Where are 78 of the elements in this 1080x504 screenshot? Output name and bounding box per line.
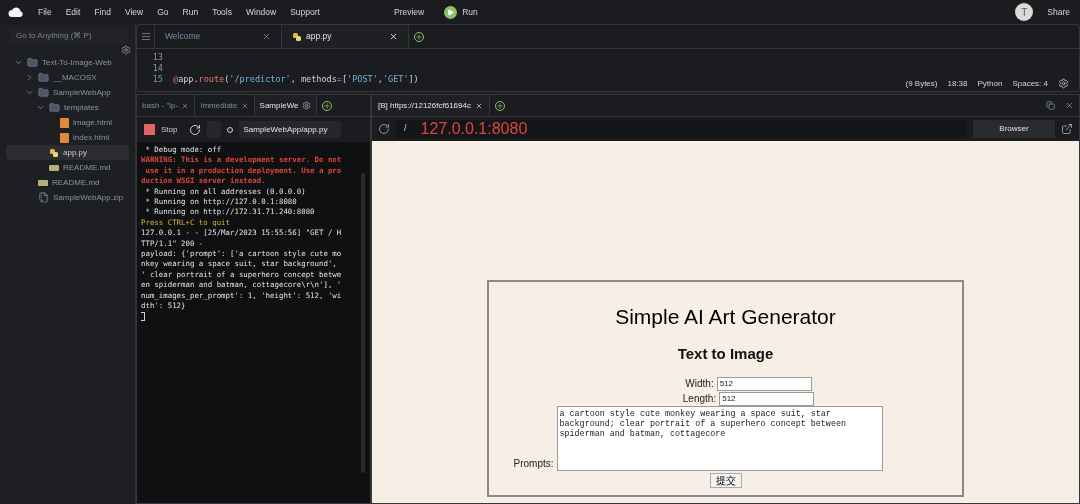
popout-icon[interactable]	[1061, 123, 1073, 135]
add-tab-icon[interactable]	[321, 100, 332, 111]
stop-icon	[144, 124, 155, 135]
html-file-icon	[60, 117, 69, 128]
editor-tab[interactable]: app.py	[282, 25, 409, 48]
terminal-tab[interactable]: Immediate	[195, 95, 255, 116]
settings-icon[interactable]	[121, 45, 131, 55]
tree-item[interactable]: README.md	[6, 160, 129, 175]
add-tab-icon[interactable]	[414, 31, 424, 42]
restore-window-icon[interactable]	[1046, 101, 1055, 110]
menu-item[interactable]: View	[124, 5, 144, 19]
play-icon	[444, 5, 458, 19]
refresh-icon[interactable]	[378, 123, 390, 135]
folder-icon	[38, 72, 49, 83]
close-icon[interactable]	[474, 101, 483, 110]
tree-item[interactable]: templates	[6, 100, 129, 115]
archive-file-icon	[38, 192, 49, 203]
python-icon	[292, 31, 302, 42]
status-text: Python	[977, 78, 1003, 89]
number-field[interactable]: 512	[716, 376, 812, 391]
browser-mode-button[interactable]: Browser	[973, 120, 1055, 138]
code-line: @app.route('/predictor', methods=['POST','GET'])	[173, 74, 419, 85]
browser-tab[interactable]: [B] https://12126fcf61694c	[372, 95, 490, 116]
menu-item[interactable]: Tools	[212, 5, 232, 19]
preview-menu[interactable]: Preview	[394, 5, 425, 19]
menu-icon[interactable]	[141, 33, 150, 40]
prompt-field[interactable]: a cartoon style cute monkey wearing a space suit, star background; clear portrait of a superhero concept between spiderman and batman, cottagecore	[556, 406, 883, 471]
page-subtitle: Text to Image	[677, 346, 774, 361]
tree-item[interactable]: README.md	[6, 175, 129, 190]
cursor-icon	[141, 311, 145, 321]
menu-item[interactable]: Edit	[65, 5, 81, 19]
stop-button[interactable]: Stop	[144, 123, 178, 136]
tree-item[interactable]: SampleWebApp	[6, 85, 129, 100]
terminal-tab[interactable]: bash - "ip-	[137, 95, 196, 116]
tree-item[interactable]: app.py	[6, 145, 129, 160]
address-bar[interactable]: / 127.0.0.1:8080	[396, 120, 967, 138]
user-avatar[interactable]: T	[1015, 3, 1034, 21]
settings-icon[interactable]	[1058, 78, 1069, 89]
tree-item[interactable]: __MACOSX	[6, 70, 129, 85]
add-tab-icon[interactable]	[494, 100, 505, 111]
html-file-icon	[60, 132, 69, 143]
menu-item[interactable]: Support	[290, 5, 320, 19]
status-text: Spaces: 4	[1012, 78, 1048, 89]
tree-item[interactable]: index.html	[6, 130, 129, 145]
line-number: 14	[152, 63, 163, 74]
folder-icon	[49, 102, 60, 113]
folder-icon	[27, 57, 38, 68]
menu-item[interactable]: File	[38, 5, 52, 19]
run-button[interactable]: Run	[444, 5, 478, 19]
field-label: Length:	[682, 392, 717, 406]
submit-button[interactable]: 提交	[709, 473, 742, 488]
field-label: Prompts:	[513, 457, 554, 471]
tree-item[interactable]: Text-To-Image-Web	[6, 55, 129, 70]
command-field[interactable]: SampleWebApp/app.py	[239, 121, 342, 138]
restart-icon[interactable]	[189, 123, 202, 136]
gear-icon[interactable]	[301, 101, 311, 110]
chevron-down-icon[interactable]	[14, 58, 23, 67]
tree-item[interactable]: SampleWebApp.zip	[6, 190, 129, 205]
chevron-right-icon[interactable]	[25, 73, 34, 82]
line-number: 13	[152, 52, 163, 63]
path-text: /	[404, 122, 407, 136]
cloud-logo-icon	[8, 6, 24, 18]
line-number: 15	[152, 74, 163, 85]
status-text: (9 Bytes)	[905, 78, 938, 89]
status-text: 18:38	[947, 78, 968, 89]
terminal-tab[interactable]: SampleWe	[254, 95, 317, 116]
page-title: Simple AI Art Generator	[615, 306, 836, 327]
number-field[interactable]: 512	[719, 391, 815, 406]
search-field[interactable]: Go to Anything (⌘ P)	[10, 28, 128, 43]
field-label: Width:	[685, 377, 714, 391]
python-icon	[49, 147, 59, 158]
share-button[interactable]: Share	[1047, 5, 1070, 19]
folder-icon	[38, 87, 49, 98]
tree-item[interactable]: image.html	[6, 115, 129, 130]
menu-item[interactable]: Window	[245, 5, 277, 19]
menu-item[interactable]: Find	[94, 5, 111, 19]
menu-item[interactable]: Run	[182, 5, 199, 19]
menu-item[interactable]: Go	[157, 5, 169, 19]
